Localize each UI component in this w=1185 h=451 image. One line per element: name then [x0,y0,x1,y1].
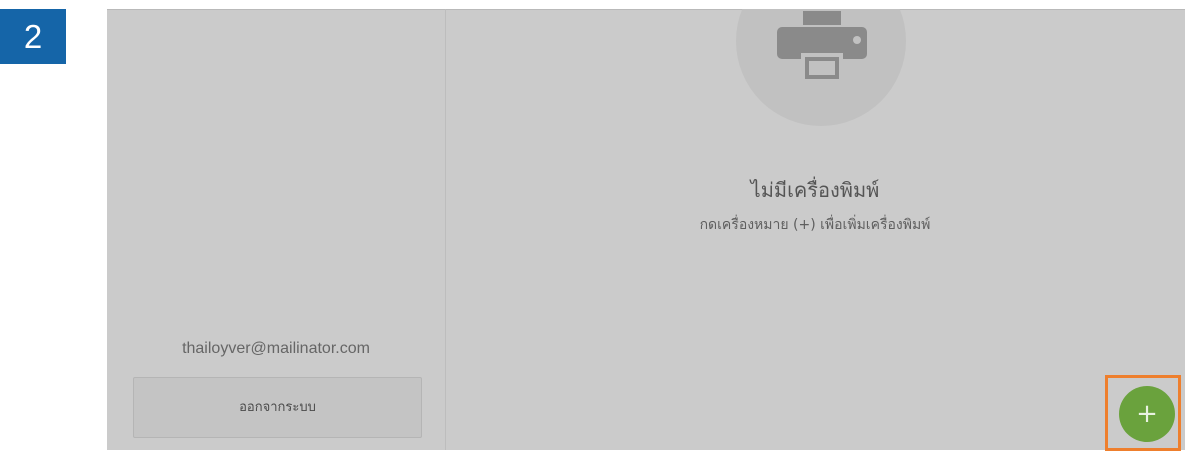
printer-icon [777,11,867,79]
logout-button[interactable]: ออกจากระบบ [133,377,422,438]
sidebar: thailoyver@mailinator.com ออกจากระบบ [107,9,446,450]
step-number-badge: 2 [0,9,66,64]
app-screen: thailoyver@mailinator.com ออกจากระบบ ไม่… [107,9,1185,450]
account-email: thailoyver@mailinator.com [182,340,370,357]
empty-state-title: ไม่มีเครื่องพิมพ์ [750,178,880,202]
empty-state-hint: กดเครื่องหมาย (+) เพื่อเพิ่มเครื่องพิมพ์ [699,217,931,233]
add-printer-button[interactable]: + [1119,386,1175,442]
